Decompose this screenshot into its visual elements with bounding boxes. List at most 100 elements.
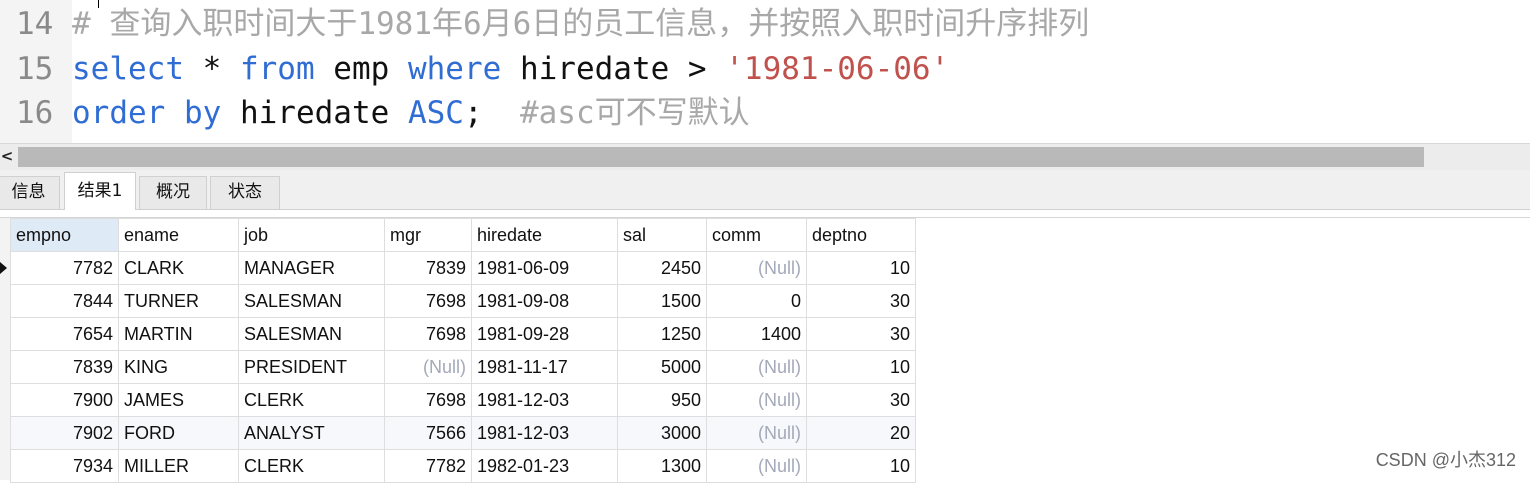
- cell-ename[interactable]: TURNER: [118, 284, 239, 318]
- cell-mgr[interactable]: 7566: [384, 416, 472, 450]
- result-tab-bar: 信息 结果1 概况 状态: [0, 170, 1530, 210]
- column-header-empno[interactable]: empno: [10, 218, 119, 252]
- code-token-id: hiredate: [221, 95, 408, 131]
- cell-empno[interactable]: 7934: [10, 449, 119, 483]
- code-token-kw: order by: [72, 95, 222, 131]
- cell-comm[interactable]: (Null): [706, 383, 807, 417]
- scrollbar-thumb[interactable]: [18, 147, 1424, 167]
- cell-hiredate[interactable]: 1981-09-28: [471, 317, 618, 351]
- cell-ename[interactable]: MARTIN: [118, 317, 239, 351]
- cell-deptno[interactable]: 20: [806, 416, 916, 450]
- cell-hiredate[interactable]: 1981-12-03: [471, 416, 618, 450]
- cell-hiredate[interactable]: 1982-01-23: [471, 449, 618, 483]
- scroll-left-arrow-icon[interactable]: <: [0, 147, 14, 165]
- cell-job[interactable]: CLERK: [238, 383, 385, 417]
- cell-mgr[interactable]: 7698: [384, 317, 472, 351]
- cell-comm[interactable]: (Null): [706, 449, 807, 483]
- cell-sal[interactable]: 1300: [617, 449, 707, 483]
- code-token-kw: from: [239, 51, 315, 87]
- table-row[interactable]: 7654 MARTIN SALESMAN 7698 1981-09-28 1250 1400…: [10, 317, 916, 351]
- column-header-hiredate[interactable]: hiredate: [471, 218, 618, 252]
- column-header-ename[interactable]: ename: [118, 218, 239, 252]
- code-line[interactable]: 16 order by hiredate ASC; #asc可不写默认: [0, 91, 750, 135]
- cell-empno[interactable]: 7782: [10, 251, 119, 285]
- cell-mgr[interactable]: 7698: [384, 383, 472, 417]
- column-header-comm[interactable]: comm: [706, 218, 807, 252]
- cell-job[interactable]: SALESMAN: [238, 317, 385, 351]
- watermark: CSDN @小杰312: [1375, 450, 1516, 470]
- cell-empno[interactable]: 7839: [10, 350, 119, 384]
- line-number: 16: [16, 95, 54, 131]
- cell-job[interactable]: ANALYST: [238, 416, 385, 450]
- code-token-id: ;: [463, 95, 520, 131]
- cell-comm[interactable]: (Null): [706, 251, 807, 285]
- table-row[interactable]: 7844 TURNER SALESMAN 7698 1981-09-08 1500 0 30: [10, 284, 916, 318]
- table-row[interactable]: 7900 JAMES CLERK 7698 1981-12-03 950 (Null) 30: [10, 383, 916, 417]
- cell-empno[interactable]: 7900: [10, 383, 119, 417]
- table-row[interactable]: 7839 KING PRESIDENT (Null) 1981-11-17 5000 (Nu…: [10, 350, 916, 384]
- cell-deptno[interactable]: 10: [806, 350, 916, 384]
- cell-ename[interactable]: MILLER: [118, 449, 239, 483]
- line-number: 14: [16, 6, 54, 42]
- cell-empno[interactable]: 7844: [10, 284, 119, 318]
- cell-mgr[interactable]: 7839: [384, 251, 472, 285]
- cell-empno[interactable]: 7902: [10, 416, 119, 450]
- column-header-deptno[interactable]: deptno: [806, 218, 916, 252]
- cell-sal[interactable]: 1250: [617, 317, 707, 351]
- cell-ename[interactable]: FORD: [118, 416, 239, 450]
- cell-job[interactable]: SALESMAN: [238, 284, 385, 318]
- cell-comm[interactable]: (Null): [706, 350, 807, 384]
- cell-comm[interactable]: 1400: [706, 317, 807, 351]
- table-row[interactable]: 7782 CLARK MANAGER 7839 1981-06-09 2450 (Null)…: [10, 251, 916, 285]
- cell-job[interactable]: CLERK: [238, 449, 385, 483]
- cell-hiredate[interactable]: 1981-09-08: [471, 284, 618, 318]
- cell-ename[interactable]: KING: [118, 350, 239, 384]
- column-header-sal[interactable]: sal: [617, 218, 707, 252]
- code-line[interactable]: 14 # 查询入职时间大于1981年6月6日的员工信息，并按照入职时间升序排列: [0, 2, 1089, 46]
- cell-empno[interactable]: 7654: [10, 317, 119, 351]
- table-row[interactable]: 7902 FORD ANALYST 7566 1981-12-03 3000 (Null) 2…: [10, 416, 916, 450]
- sql-editor[interactable]: 14 # 查询入职时间大于1981年6月6日的员工信息，并按照入职时间升序排列 15…: [0, 0, 1530, 143]
- cell-mgr[interactable]: 7782: [384, 449, 472, 483]
- tab-status[interactable]: 状态: [210, 176, 280, 209]
- cell-comm[interactable]: 0: [706, 284, 807, 318]
- column-header-mgr[interactable]: mgr: [384, 218, 472, 252]
- cell-ename[interactable]: CLARK: [118, 251, 239, 285]
- tab-info[interactable]: 信息: [0, 176, 60, 209]
- table-row[interactable]: 7934 MILLER CLERK 7782 1982-01-23 1300 (Null) 1…: [10, 449, 916, 483]
- cell-deptno[interactable]: 10: [806, 251, 916, 285]
- cell-sal[interactable]: 5000: [617, 350, 707, 384]
- cell-comm[interactable]: (Null): [706, 416, 807, 450]
- code-token-str: '1981-06-06': [725, 51, 950, 87]
- cell-hiredate[interactable]: 1981-12-03: [471, 383, 618, 417]
- result-grid[interactable]: empno ename job mgr hiredate sal comm deptno 77…: [0, 210, 1530, 483]
- line-number: 15: [16, 51, 54, 87]
- cell-deptno[interactable]: 10: [806, 449, 916, 483]
- tab-profile[interactable]: 概况: [139, 176, 207, 209]
- code-line[interactable]: 15 select * from emp where hiredate > '19…: [0, 47, 949, 91]
- cell-mgr[interactable]: 7698: [384, 284, 472, 318]
- horizontal-scrollbar[interactable]: <: [0, 143, 1530, 170]
- cell-sal[interactable]: 1500: [617, 284, 707, 318]
- cell-job[interactable]: PRESIDENT: [238, 350, 385, 384]
- code-token-id: hiredate >: [501, 51, 726, 87]
- code-token-kw: where: [407, 51, 502, 87]
- cell-hiredate[interactable]: 1981-11-17: [471, 350, 618, 384]
- cell-ename[interactable]: JAMES: [118, 383, 239, 417]
- cell-hiredate[interactable]: 1981-06-09: [471, 251, 618, 285]
- cell-deptno[interactable]: 30: [806, 284, 916, 318]
- cell-deptno[interactable]: 30: [806, 317, 916, 351]
- cell-sal[interactable]: 3000: [617, 416, 707, 450]
- tab-result-1[interactable]: 结果1: [64, 172, 136, 210]
- cell-sal[interactable]: 950: [617, 383, 707, 417]
- cell-deptno[interactable]: 30: [806, 383, 916, 417]
- column-header-job[interactable]: job: [238, 218, 385, 252]
- code-token-cmt: #asc可不写默认: [519, 95, 750, 131]
- current-row-arrow-icon: [0, 262, 7, 274]
- result-table[interactable]: empno ename job mgr hiredate sal comm deptno 77…: [10, 218, 916, 483]
- cell-sal[interactable]: 2450: [617, 251, 707, 285]
- cell-job[interactable]: MANAGER: [238, 251, 385, 285]
- code-token-kw: select: [72, 51, 184, 87]
- code-token-id: *: [183, 51, 240, 87]
- cell-mgr[interactable]: (Null): [384, 350, 472, 384]
